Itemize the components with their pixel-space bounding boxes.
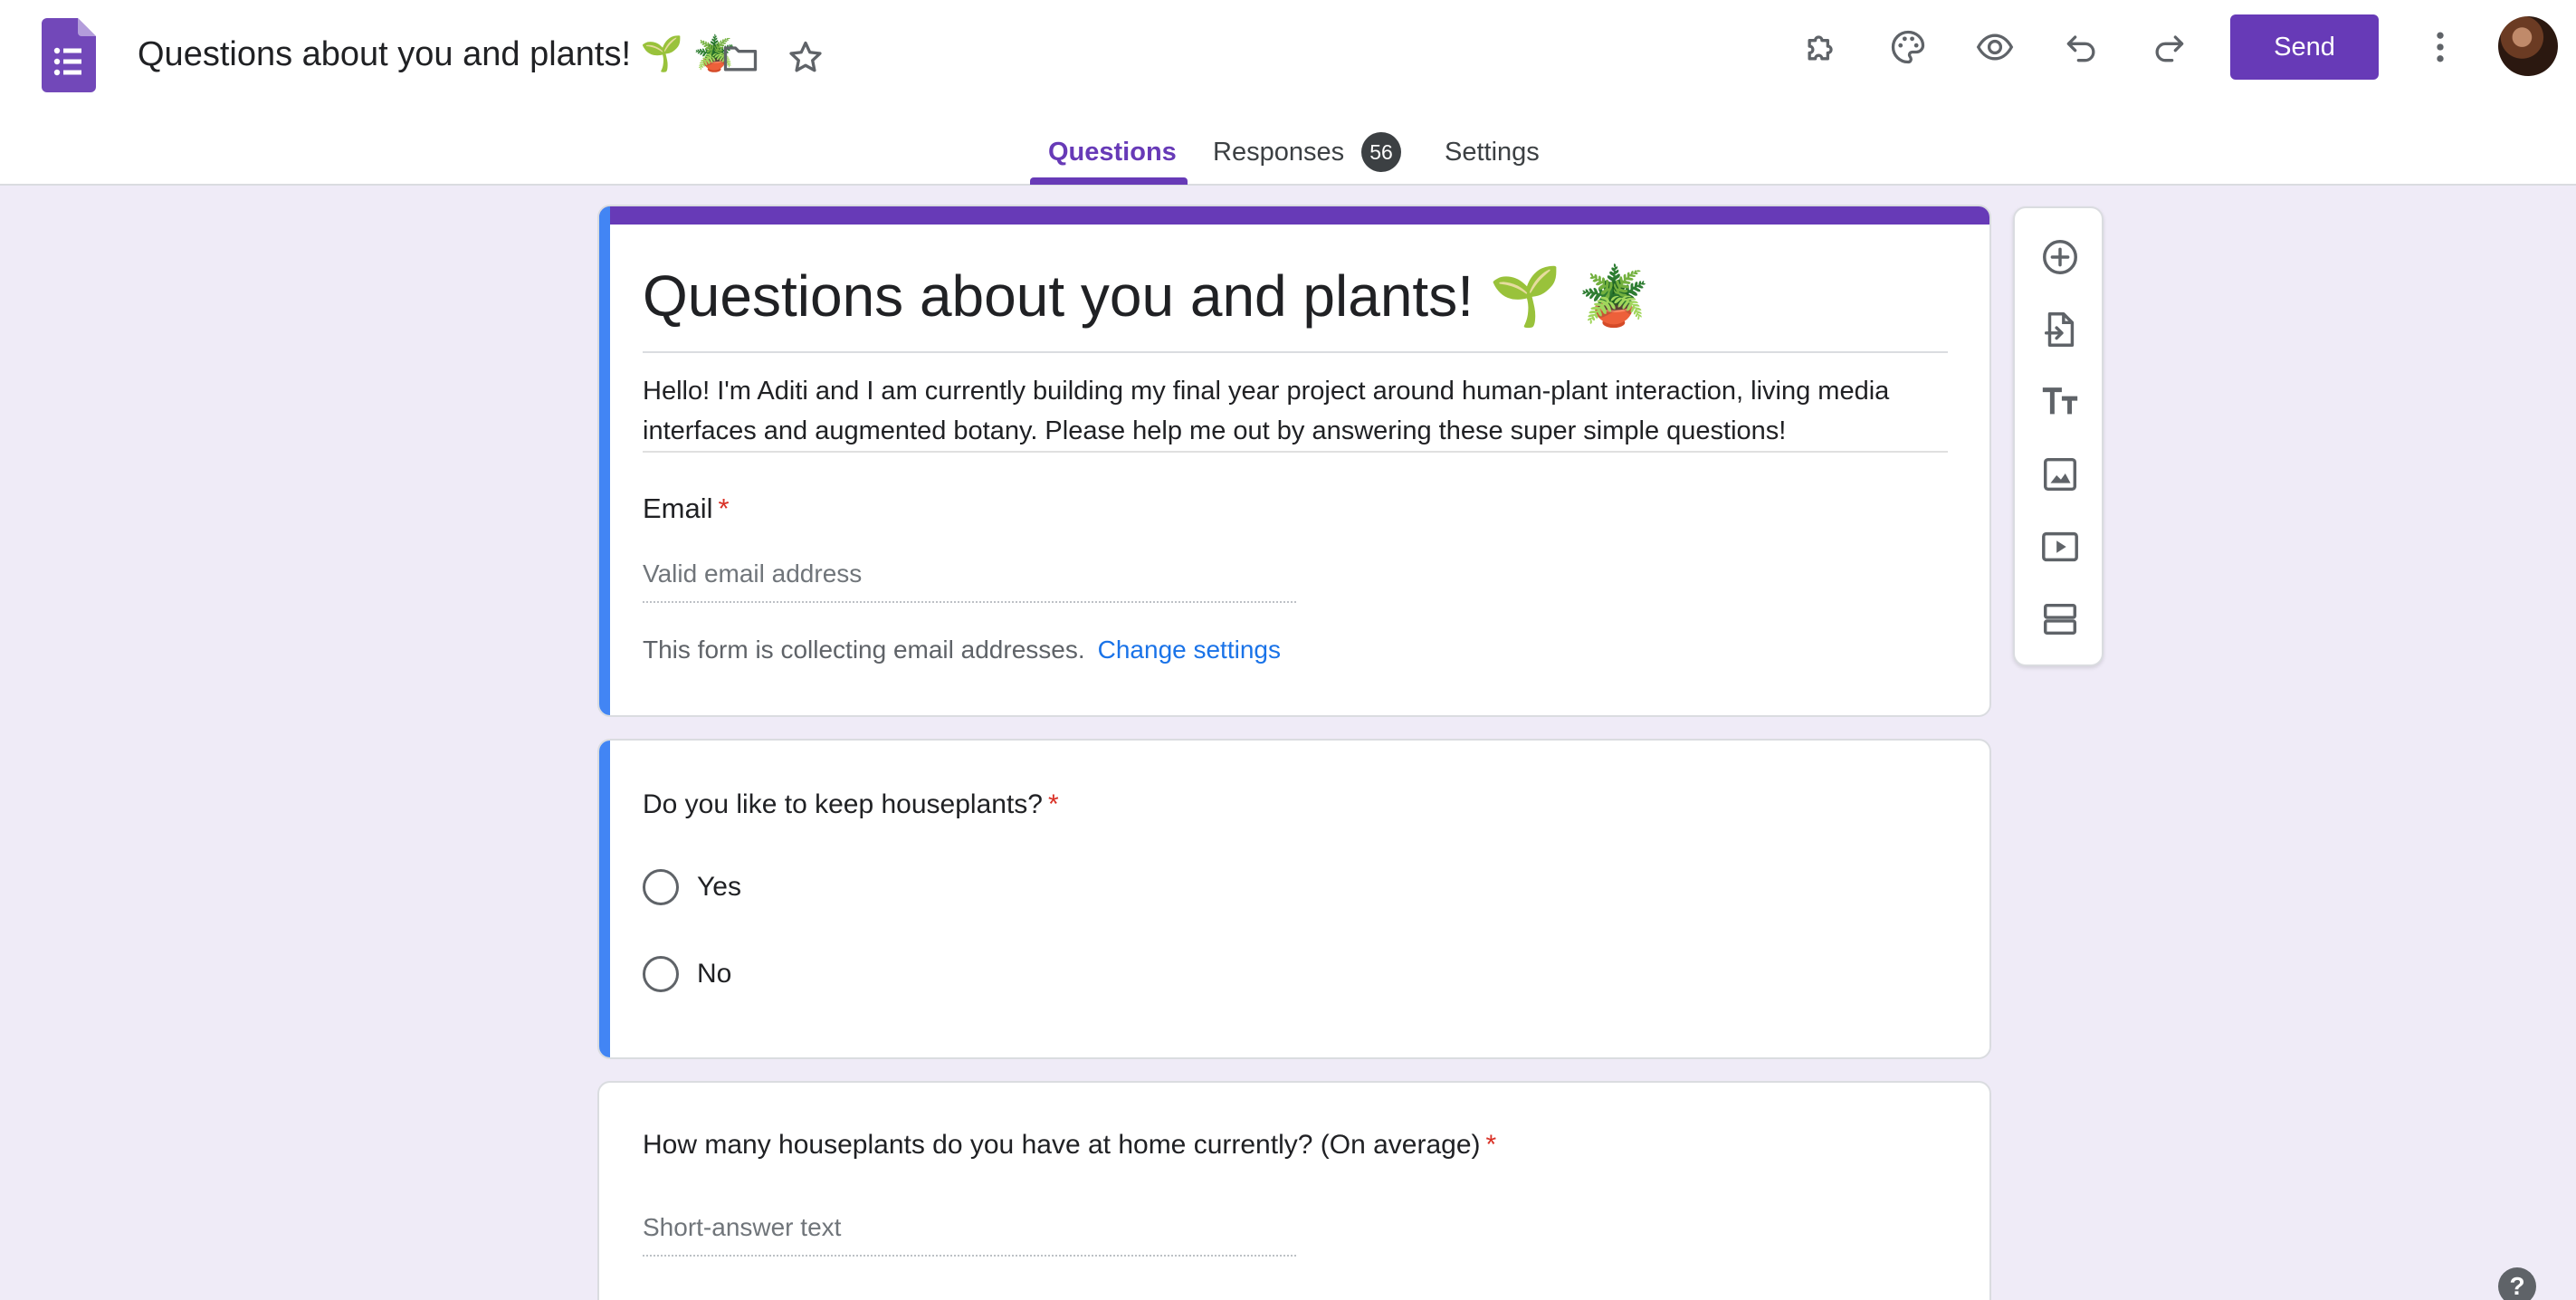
app-header: Questions about you and plants! 🌱 🪴 Send… — [0, 0, 2576, 186]
folder-icon[interactable] — [715, 33, 766, 83]
tab-responses[interactable]: Responses — [1213, 127, 1344, 185]
help-icon[interactable]: ? — [2498, 1267, 2536, 1300]
card-top-accent — [599, 206, 1989, 225]
eye-icon[interactable] — [1970, 22, 2020, 72]
email-label-text: Email — [643, 492, 713, 524]
tab-questions[interactable]: Questions — [1048, 127, 1177, 185]
form-title[interactable]: Questions about you and plants! 🌱 🪴 — [643, 263, 1650, 330]
question-title: How many houseplants do you have at home… — [643, 1130, 1496, 1161]
required-asterisk: * — [1485, 1130, 1497, 1160]
question-card[interactable]: How many houseplants do you have at home… — [597, 1081, 1991, 1300]
add-question-icon[interactable] — [2035, 232, 2085, 282]
avatar[interactable] — [2498, 16, 2558, 76]
email-label: Email * — [643, 492, 730, 525]
star-icon[interactable] — [780, 33, 831, 83]
change-settings-link[interactable]: Change settings — [1098, 636, 1281, 664]
active-card-indicator — [599, 741, 610, 1057]
document-title[interactable]: Questions about you and plants! 🌱 🪴 — [138, 34, 736, 74]
tab-bar: Questions Responses Settings — [0, 127, 2576, 185]
side-toolbar — [2013, 206, 2104, 666]
active-tab-indicator — [1030, 177, 1188, 185]
active-card-indicator — [599, 206, 610, 715]
google-forms-icon[interactable] — [42, 18, 96, 92]
add-section-icon[interactable] — [2035, 594, 2085, 645]
puzzle-icon[interactable] — [1796, 22, 1846, 72]
add-title-icon[interactable] — [2035, 377, 2085, 427]
question-title-text: How many houseplants do you have at home… — [643, 1130, 1481, 1160]
question-title: Do you like to keep houseplants? * — [643, 789, 1059, 820]
radio-option[interactable]: No — [643, 954, 731, 994]
add-image-icon[interactable] — [2035, 449, 2085, 500]
more-vert-icon[interactable] — [2415, 22, 2466, 72]
divider — [643, 451, 1948, 453]
divider — [643, 351, 1948, 353]
form-title-card[interactable]: Questions about you and plants! 🌱 🪴 Hell… — [597, 205, 1991, 717]
option-label: No — [697, 959, 732, 989]
responses-count-badge: 56 — [1361, 132, 1401, 172]
email-collection-note: This form is collecting email addresses.… — [643, 636, 1281, 664]
form-description[interactable]: Hello! I'm Aditi and I am currently buil… — [643, 371, 1948, 451]
tab-settings[interactable]: Settings — [1445, 127, 1540, 185]
input-underline — [643, 601, 1296, 603]
add-video-icon[interactable] — [2035, 521, 2085, 572]
question-card[interactable]: Do you like to keep houseplants? * Yes No — [597, 739, 1991, 1059]
email-note-text: This form is collecting email addresses. — [643, 636, 1085, 664]
redo-icon[interactable] — [2143, 22, 2194, 72]
required-asterisk: * — [1047, 789, 1059, 819]
undo-icon[interactable] — [2056, 22, 2107, 72]
input-underline — [643, 1255, 1296, 1257]
import-questions-icon[interactable] — [2035, 304, 2085, 355]
palette-icon[interactable] — [1883, 22, 1933, 72]
short-answer-field: Short-answer text — [643, 1213, 842, 1241]
radio-button[interactable] — [643, 956, 679, 992]
question-title-text: Do you like to keep houseplants? — [643, 789, 1043, 819]
radio-button[interactable] — [643, 869, 679, 905]
send-button[interactable]: Send — [2230, 14, 2379, 80]
option-label: Yes — [697, 872, 741, 902]
radio-option[interactable]: Yes — [643, 867, 741, 907]
required-asterisk: * — [718, 492, 730, 524]
email-field: Valid email address — [643, 559, 863, 588]
